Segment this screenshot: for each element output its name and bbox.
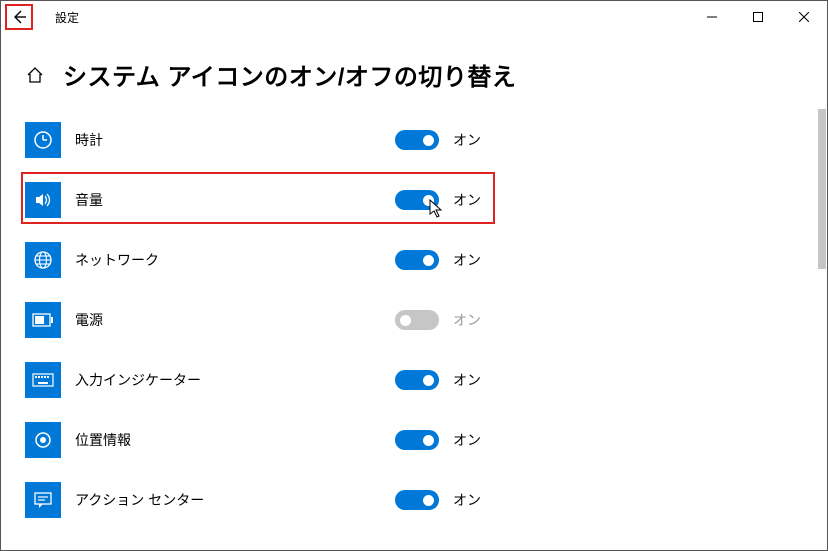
minimize-button[interactable] bbox=[689, 1, 735, 33]
maximize-button[interactable] bbox=[735, 1, 781, 33]
row-location: 位置情報 オン bbox=[25, 410, 827, 470]
toggle-power bbox=[395, 310, 439, 330]
toggle-actioncenter[interactable] bbox=[395, 490, 439, 510]
row-label: 時計 bbox=[75, 130, 395, 150]
window-controls bbox=[689, 1, 827, 33]
toggle-state: オン bbox=[453, 250, 481, 270]
battery-icon bbox=[25, 302, 61, 338]
row-label: 入力インジケーター bbox=[75, 370, 395, 390]
page-header: システム アイコンのオン/オフの切り替え bbox=[1, 33, 827, 110]
row-label: 音量 bbox=[75, 190, 395, 210]
row-label: アクション センター bbox=[75, 490, 395, 510]
toggle-state: オン bbox=[453, 430, 481, 450]
window-title: 設定 bbox=[55, 9, 79, 26]
toggle-state: オン bbox=[453, 490, 481, 510]
titlebar: 設定 bbox=[1, 1, 827, 33]
toggle-state: オン bbox=[453, 130, 481, 150]
row-label: 位置情報 bbox=[75, 430, 395, 450]
keyboard-icon bbox=[25, 362, 61, 398]
scrollbar-thumb[interactable] bbox=[818, 109, 826, 269]
globe-icon bbox=[25, 242, 61, 278]
toggle-ime[interactable] bbox=[395, 370, 439, 390]
toggle-state: オン bbox=[453, 310, 481, 330]
row-network: ネットワーク オン bbox=[25, 230, 827, 290]
action-center-icon bbox=[25, 482, 61, 518]
toggle-state: オン bbox=[453, 190, 481, 210]
settings-list: 時計 オン 音量 オン ネットワーク オン bbox=[1, 110, 827, 530]
home-icon[interactable] bbox=[25, 65, 45, 85]
row-label: ネットワーク bbox=[75, 250, 395, 270]
row-label: 電源 bbox=[75, 310, 395, 330]
volume-icon bbox=[25, 182, 61, 218]
toggle-clock[interactable] bbox=[395, 130, 439, 150]
toggle-network[interactable] bbox=[395, 250, 439, 270]
back-button[interactable] bbox=[5, 4, 33, 30]
settings-window: 設定 システム アイコンのオン/オフの切り替え 時計 オン bbox=[0, 0, 828, 551]
close-button[interactable] bbox=[781, 1, 827, 33]
row-actioncenter: アクション センター オン bbox=[25, 470, 827, 530]
row-power: 電源 オン bbox=[25, 290, 827, 350]
row-volume: 音量 オン bbox=[25, 170, 827, 230]
toggle-volume[interactable] bbox=[395, 190, 439, 210]
row-clock: 時計 オン bbox=[25, 110, 827, 170]
location-icon bbox=[25, 422, 61, 458]
toggle-state: オン bbox=[453, 370, 481, 390]
toggle-location[interactable] bbox=[395, 430, 439, 450]
row-ime: 入力インジケーター オン bbox=[25, 350, 827, 410]
page-title: システム アイコンのオン/オフの切り替え bbox=[63, 57, 516, 92]
clock-icon bbox=[25, 122, 61, 158]
